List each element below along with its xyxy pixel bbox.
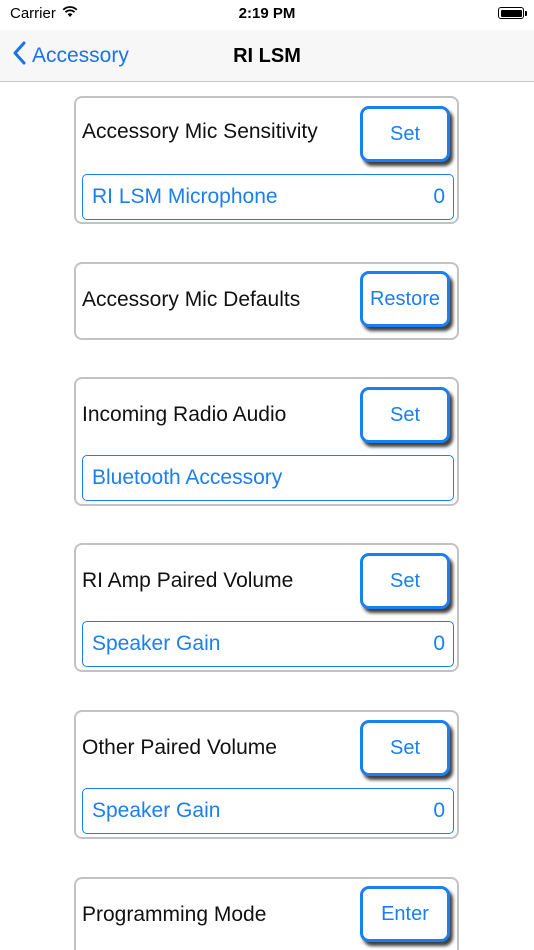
page-title: RI LSM <box>233 45 301 67</box>
restore-button[interactable]: Restore <box>360 271 450 327</box>
incoming-audio-field[interactable]: Bluetooth Accessory <box>82 455 454 501</box>
navigation-bar: Accessory RI LSM <box>0 30 534 82</box>
card-label: Accessory Mic Sensitivity <box>82 120 318 143</box>
set-other-volume-button[interactable]: Set <box>360 720 450 776</box>
field-text: Speaker Gain <box>92 632 221 655</box>
card-incoming-radio-audio: Incoming Radio Audio Set Bluetooth Acces… <box>74 377 459 506</box>
field-value: 0 <box>433 799 445 822</box>
status-bar: Carrier 2:19 PM <box>0 0 534 30</box>
other-speaker-gain-field[interactable]: Speaker Gain 0 <box>82 788 454 834</box>
ri-amp-speaker-gain-field[interactable]: Speaker Gain 0 <box>82 621 454 667</box>
status-time: 2:19 PM <box>238 5 296 22</box>
field-text: Bluetooth Accessory <box>92 466 283 489</box>
card-label: Accessory Mic Defaults <box>82 288 301 311</box>
card-mic-sensitivity: Accessory Mic Sensitivity Set RI LSM Mic… <box>74 96 459 224</box>
card-label: RI Amp Paired Volume <box>82 569 294 592</box>
battery-icon <box>498 7 527 19</box>
card-label: Other Paired Volume <box>82 736 277 759</box>
set-incoming-audio-button[interactable]: Set <box>360 387 450 443</box>
card-programming-mode: Programming Mode Enter <box>74 877 459 950</box>
settings-list[interactable]: Accessory Mic Sensitivity Set RI LSM Mic… <box>0 82 534 950</box>
card-mic-defaults: Accessory Mic Defaults Restore <box>74 262 459 340</box>
card-label: Incoming Radio Audio <box>82 403 287 426</box>
field-value: 0 <box>433 632 445 655</box>
field-text: RI LSM Microphone <box>92 185 278 208</box>
card-ri-amp-paired-volume: RI Amp Paired Volume Set Speaker Gain 0 <box>74 543 459 672</box>
set-ri-amp-volume-button[interactable]: Set <box>360 553 450 609</box>
field-value: 0 <box>433 185 445 208</box>
enter-programming-button[interactable]: Enter <box>360 886 450 942</box>
card-other-paired-volume: Other Paired Volume Set Speaker Gain 0 <box>74 710 459 839</box>
battery-fill <box>500 9 522 17</box>
field-text: Speaker Gain <box>92 799 221 822</box>
card-label: Programming Mode <box>82 903 267 926</box>
set-mic-sensitivity-button[interactable]: Set <box>360 106 450 162</box>
mic-sensitivity-field[interactable]: RI LSM Microphone 0 <box>82 174 454 220</box>
